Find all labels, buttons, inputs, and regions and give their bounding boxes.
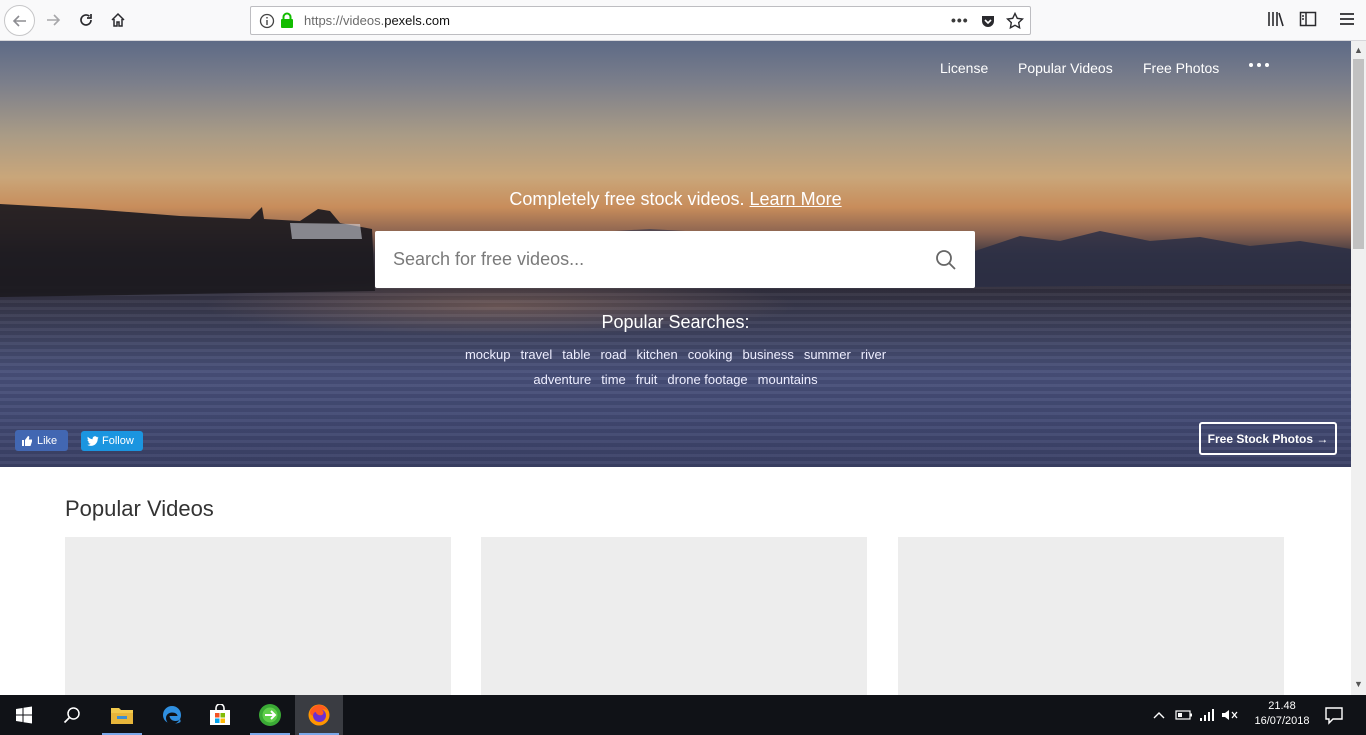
lock-icon bbox=[281, 12, 293, 28]
page-actions-icon[interactable]: ••• bbox=[951, 12, 969, 28]
video-card-placeholder[interactable] bbox=[898, 537, 1284, 697]
hamburger-menu-icon[interactable] bbox=[1338, 9, 1356, 29]
tag-link[interactable]: mockup bbox=[465, 347, 511, 362]
scroll-up-arrow-icon[interactable]: ▲ bbox=[1354, 45, 1363, 55]
home-icon bbox=[111, 12, 125, 27]
video-card-placeholder[interactable] bbox=[65, 537, 451, 697]
clock-time: 21.48 bbox=[1268, 700, 1296, 712]
tag-link[interactable]: road bbox=[600, 347, 626, 362]
home-button[interactable] bbox=[103, 5, 133, 35]
url-text[interactable]: https://videos.pexels.com bbox=[304, 13, 450, 28]
thumbs-up-icon bbox=[22, 435, 32, 446]
tag-link[interactable]: table bbox=[562, 347, 590, 362]
tag-link[interactable]: fruit bbox=[636, 372, 658, 387]
tag-link[interactable]: mountains bbox=[758, 372, 818, 387]
hero-tagline: Completely free stock videos. Learn More bbox=[0, 189, 1351, 210]
pocket-icon[interactable] bbox=[980, 13, 996, 29]
tag-link[interactable]: business bbox=[743, 347, 794, 362]
follow-label: Follow bbox=[102, 435, 134, 447]
browser-toolbar: https://videos.pexels.com ••• bbox=[0, 0, 1366, 41]
tag-link[interactable]: travel bbox=[520, 347, 552, 362]
url-bar[interactable]: https://videos.pexels.com ••• bbox=[250, 6, 1031, 35]
store-icon bbox=[210, 704, 230, 725]
video-card-placeholder[interactable] bbox=[481, 537, 867, 697]
search-input[interactable] bbox=[375, 231, 915, 288]
popular-tags-row-1: mockup travel table road kitchen cooking busin… bbox=[0, 347, 1351, 362]
forward-button[interactable] bbox=[38, 5, 68, 35]
info-icon[interactable] bbox=[259, 13, 275, 29]
firefox-button[interactable] bbox=[295, 695, 343, 735]
tag-link[interactable]: drone footage bbox=[667, 372, 747, 387]
sync-app-icon bbox=[259, 704, 281, 726]
edge-button[interactable] bbox=[148, 695, 196, 735]
url-host: pexels.com bbox=[384, 13, 450, 28]
tag-link[interactable]: cooking bbox=[688, 347, 733, 362]
sync-app-button[interactable] bbox=[246, 695, 294, 735]
search-taskbar-button[interactable] bbox=[48, 695, 96, 735]
tag-link[interactable]: time bbox=[601, 372, 626, 387]
forward-arrow-icon bbox=[47, 14, 61, 26]
tray-chevron-up-icon[interactable] bbox=[1152, 709, 1166, 721]
free-stock-photos-button[interactable]: Free Stock Photos → bbox=[1199, 422, 1337, 455]
nav-free-photos[interactable]: Free Photos bbox=[1143, 60, 1219, 76]
twitter-bird-icon bbox=[87, 435, 99, 446]
volume-muted-icon[interactable] bbox=[1221, 708, 1239, 722]
library-icon[interactable] bbox=[1266, 9, 1286, 29]
windows-logo-icon bbox=[16, 706, 32, 724]
facebook-like-button[interactable]: Like bbox=[15, 430, 68, 451]
popular-searches-title: Popular Searches: bbox=[601, 312, 750, 332]
hero-section: License Popular Videos Free Photos Compl… bbox=[0, 41, 1351, 467]
tagline-text: Completely free stock videos. bbox=[509, 189, 745, 209]
back-arrow-icon bbox=[12, 14, 26, 27]
folder-icon bbox=[111, 708, 133, 724]
learn-more-link[interactable]: Learn More bbox=[750, 189, 842, 209]
sidebar-icon[interactable] bbox=[1298, 9, 1318, 29]
twitter-follow-button[interactable]: Follow bbox=[81, 431, 143, 451]
taskbar-clock[interactable]: 21.48 16/07/2018 bbox=[1250, 699, 1314, 729]
start-button[interactable] bbox=[0, 695, 48, 735]
bookmark-star-icon[interactable] bbox=[1006, 12, 1024, 30]
more-menu-icon[interactable] bbox=[1249, 63, 1269, 67]
tag-link[interactable]: summer bbox=[804, 347, 851, 362]
page-scrollbar[interactable]: ▲ ▼ bbox=[1351, 41, 1366, 695]
back-button[interactable] bbox=[4, 5, 35, 36]
windows-taskbar: 21.48 16/07/2018 bbox=[0, 695, 1366, 735]
store-button[interactable] bbox=[196, 695, 244, 735]
tag-link[interactable]: kitchen bbox=[637, 347, 678, 362]
firefox-icon bbox=[308, 704, 330, 726]
nav-popular-videos[interactable]: Popular Videos bbox=[1018, 60, 1113, 76]
nav-license[interactable]: License bbox=[940, 60, 988, 76]
tag-link[interactable]: adventure bbox=[533, 372, 591, 387]
clock-date: 16/07/2018 bbox=[1254, 715, 1310, 727]
file-explorer-button[interactable] bbox=[98, 695, 146, 735]
search-box bbox=[375, 231, 975, 288]
reload-button[interactable] bbox=[71, 5, 101, 35]
scroll-down-arrow-icon[interactable]: ▼ bbox=[1354, 679, 1363, 689]
popular-tags-row-2: adventure time fruit drone footage mountains bbox=[0, 372, 1351, 387]
like-label: Like bbox=[37, 434, 58, 447]
url-prefix: https://videos. bbox=[304, 13, 385, 28]
section-title: Popular Videos bbox=[65, 496, 214, 521]
action-center-icon[interactable] bbox=[1324, 705, 1344, 725]
search-icon[interactable] bbox=[935, 249, 957, 271]
taskbar-search-icon bbox=[63, 707, 80, 724]
network-signal-icon[interactable] bbox=[1199, 708, 1215, 722]
battery-icon[interactable] bbox=[1175, 709, 1193, 721]
tag-link[interactable]: river bbox=[861, 347, 886, 362]
scroll-thumb[interactable] bbox=[1353, 59, 1364, 249]
reload-icon bbox=[80, 14, 92, 26]
edge-icon bbox=[163, 706, 182, 724]
